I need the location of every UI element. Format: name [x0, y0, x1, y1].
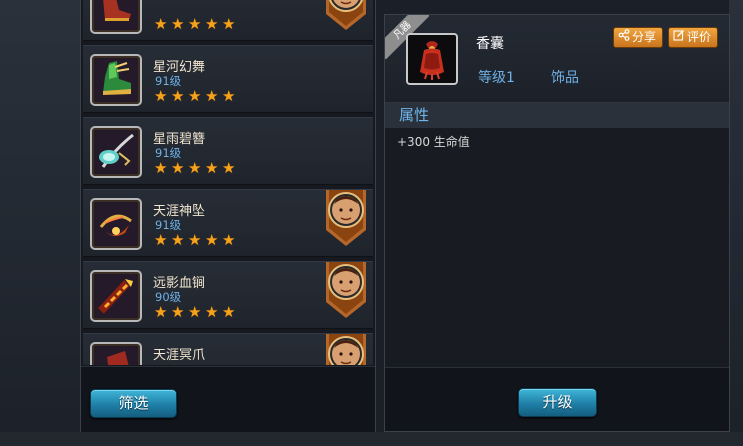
hero-portrait-badge	[323, 0, 369, 32]
star-icon: ★	[222, 231, 236, 249]
rate-label: 评价	[687, 30, 712, 44]
star-icon: ★	[171, 303, 185, 321]
star-icon: ★	[205, 159, 219, 177]
star-icon: ★	[171, 231, 185, 249]
share-button[interactable]: 分享	[613, 27, 663, 48]
star-icon: ★	[188, 159, 202, 177]
attributes-heading: 属性	[385, 103, 729, 128]
hero-portrait-badge	[323, 334, 369, 365]
rate-button[interactable]: 评价	[668, 27, 718, 48]
list-item[interactable]: 星河幻舞 91级 ★ ★ ★ ★ ★	[83, 45, 373, 113]
filter-button[interactable]: 筛选	[90, 389, 177, 418]
star-rating: ★ ★ ★ ★ ★	[154, 161, 238, 176]
item-name: 天涯冥爪	[153, 348, 206, 363]
star-icon: ★	[154, 15, 168, 33]
star-icon: ★	[222, 303, 236, 321]
item-name: 香囊	[476, 36, 504, 52]
hero-portrait-badge	[323, 190, 369, 248]
item-type: 饰品	[551, 70, 579, 86]
list-item[interactable]: 星雨碧簪 91级 ★ ★ ★ ★ ★	[83, 117, 373, 185]
star-icon: ★	[188, 87, 202, 105]
star-rating: ★ ★ ★ ★ ★	[154, 305, 238, 320]
item-detail-panel: 凡器 香囊 等级1 饰品 分享 评价 属性 +300 生命值 升级	[384, 14, 730, 432]
right-backdrop	[729, 0, 743, 446]
list-item[interactable]: ★ ★ ★ ★ ★	[83, 0, 373, 41]
item-grade: 等级1	[478, 70, 515, 86]
star-icon: ★	[188, 303, 202, 321]
upgrade-button[interactable]: 升级	[518, 388, 597, 417]
star-icon: ★	[154, 231, 168, 249]
star-icon: ★	[154, 159, 168, 177]
star-icon: ★	[205, 303, 219, 321]
hero-portrait-badge	[323, 262, 369, 320]
list-item[interactable]: 天涯神坠 91级 ★ ★ ★ ★ ★	[83, 189, 373, 257]
equipment-list[interactable]: ★ ★ ★ ★ ★ 星河幻舞 91级 ★ ★ ★ ★ ★ 星雨碧簪 91级 ★ ★ ★ ★ ★ 天涯神坠 91级 ★ ★ ★ ★…	[81, 0, 375, 365]
star-icon: ★	[205, 15, 219, 33]
star-icon: ★	[154, 87, 168, 105]
item-detail-header: 凡器 香囊 等级1 饰品 分享 评价	[385, 15, 729, 103]
star-rating: ★ ★ ★ ★ ★	[154, 17, 238, 32]
star-icon: ★	[205, 231, 219, 249]
equipment-icon	[90, 54, 142, 106]
left-backdrop	[0, 0, 80, 446]
filter-bar: 筛选	[81, 366, 375, 432]
star-icon: ★	[171, 15, 185, 33]
upgrade-bar: 升级	[385, 367, 729, 431]
star-icon: ★	[222, 87, 236, 105]
attribute-line: +300 生命值	[397, 135, 470, 149]
star-icon: ★	[205, 87, 219, 105]
star-rating: ★ ★ ★ ★ ★	[154, 233, 238, 248]
star-icon: ★	[171, 159, 185, 177]
star-rating: ★ ★ ★ ★ ★	[154, 89, 238, 104]
equipment-icon	[90, 198, 142, 250]
sachet-icon	[406, 33, 458, 85]
equipment-list-panel: ★ ★ ★ ★ ★ 星河幻舞 91级 ★ ★ ★ ★ ★ 星雨碧簪 91级 ★ ★ ★ ★ ★ 天涯神坠 91级 ★ ★ ★ ★…	[80, 0, 376, 432]
equipment-icon	[90, 0, 142, 34]
star-icon: ★	[188, 15, 202, 33]
equipment-icon	[90, 126, 142, 178]
star-icon: ★	[222, 15, 236, 33]
list-item[interactable]: 天涯冥爪	[83, 333, 373, 365]
list-item[interactable]: 远影血锏 90级 ★ ★ ★ ★ ★	[83, 261, 373, 329]
equipment-icon	[90, 342, 142, 365]
star-icon: ★	[171, 87, 185, 105]
edit-icon	[673, 28, 685, 47]
equipment-icon	[90, 270, 142, 322]
star-icon: ★	[222, 159, 236, 177]
share-icon	[618, 28, 630, 47]
star-icon: ★	[188, 231, 202, 249]
star-icon: ★	[154, 303, 168, 321]
share-label: 分享	[632, 30, 657, 44]
bottom-backdrop	[0, 432, 743, 446]
